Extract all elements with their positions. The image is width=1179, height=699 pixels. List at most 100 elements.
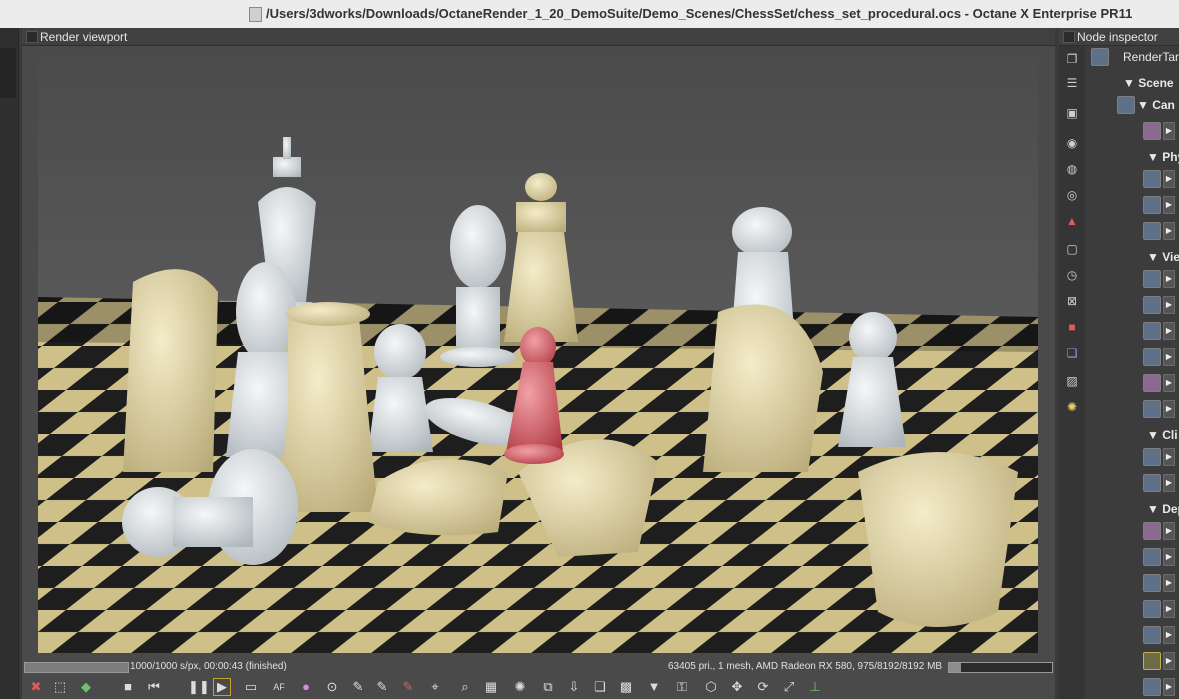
expand-button[interactable]: ▶ [1163, 122, 1175, 140]
panel-menu-toggle[interactable] [26, 31, 38, 43]
database-icon[interactable]: ◍ [1065, 162, 1079, 176]
render-target-label[interactable]: RenderTar [1123, 50, 1179, 64]
param-icon [1143, 196, 1161, 214]
inspector-tree: RenderTar ▼ Scene ▼ Can ▶ ▼ Phy ▶ ▶ ▶ ▼ … [1087, 46, 1179, 699]
node-inspector-panel: Node inspector ❐ ☰ ▣ ◉ ◍ ◎ ▲ ▢ ◷ ⊠ ■ ❏ ▨… [1059, 28, 1179, 699]
rotate-icon[interactable]: ⟳ [755, 679, 771, 695]
window-titlebar: /Users/3dworks/Downloads/OctaneRender_1_… [0, 0, 1179, 28]
expand-button[interactable]: ▶ [1163, 626, 1175, 644]
param-icon [1143, 222, 1161, 240]
param-icon [1143, 522, 1161, 540]
picture-icon[interactable]: ▨ [1065, 374, 1079, 388]
move-icon[interactable]: ✥ [729, 679, 745, 695]
expand-button[interactable]: ▶ [1163, 474, 1175, 492]
expand-button[interactable]: ▶ [1163, 322, 1175, 340]
viewport-title: Render viewport [40, 30, 128, 44]
reset-icon[interactable]: ✖ [28, 679, 44, 695]
cube-icon[interactable]: ⬡ [703, 679, 719, 695]
render-priority-icon[interactable]: ✺ [512, 679, 528, 695]
inspector-header: Node inspector [1059, 28, 1179, 46]
list-icon[interactable]: ☰ [1065, 76, 1079, 90]
param-icon [1143, 270, 1161, 288]
expand-button[interactable]: ▶ [1163, 348, 1175, 366]
export-icon[interactable]: ⇩ [566, 679, 582, 695]
denoise-icon[interactable]: ▦ [483, 679, 499, 695]
material-icon[interactable]: ▲ [1065, 214, 1079, 228]
expand-button[interactable]: ▶ [1163, 548, 1175, 566]
expand-button[interactable]: ▶ [1163, 222, 1175, 240]
expand-button[interactable]: ▶ [1163, 448, 1175, 466]
memory-usage-fill [949, 663, 962, 672]
render-progress-bar [24, 662, 129, 673]
frame-icon[interactable]: ▢ [1065, 242, 1079, 256]
panel-menu-toggle[interactable] [1063, 31, 1075, 43]
camera-node[interactable]: ▼ Can [1137, 98, 1175, 112]
material-picker-icon[interactable]: ✎ [374, 679, 390, 695]
display-icon[interactable]: ▭ [243, 679, 259, 695]
expand-button[interactable]: ▶ [1163, 574, 1175, 592]
red-cube-icon[interactable]: ■ [1065, 320, 1079, 334]
expand-button[interactable]: ▶ [1163, 600, 1175, 618]
focus-picker-icon[interactable]: ⊙ [324, 679, 340, 695]
left-panel-strip[interactable] [0, 28, 19, 699]
expand-button[interactable]: ▶ [1163, 400, 1175, 418]
play-icon[interactable]: ▶ [213, 678, 231, 696]
lock-icon[interactable]: ⚿ [674, 679, 690, 695]
rewind-icon[interactable]: ⏮ [146, 679, 162, 695]
chess-render-illustration [38, 52, 1038, 653]
copy-icon[interactable]: ⧉ [540, 679, 556, 695]
render-toolbar: ✖ ⬚ ◆ ■ ⏮ ❚❚ ▶ ▭ AF ● ⊙ ✎ ✎ ✎ ⌖ ⌕ ▦ ✺ ⧉ … [22, 677, 1055, 699]
color-cube-icon[interactable]: ◆ [78, 679, 94, 695]
camera-target-icon[interactable]: ⌖ [427, 679, 443, 695]
zoom-icon[interactable]: ⌕ [457, 679, 473, 695]
stop-icon[interactable]: ■ [120, 679, 136, 695]
af-icon[interactable]: AF [271, 679, 287, 695]
section-clipping[interactable]: ▼ Cli [1147, 428, 1178, 442]
gamut-icon[interactable]: ▼ [646, 679, 662, 695]
transform-icon[interactable]: ⊠ [1065, 294, 1079, 308]
pause-icon[interactable]: ❚❚ [188, 679, 210, 695]
render-image[interactable] [38, 52, 1038, 653]
expand-button[interactable]: ▶ [1163, 296, 1175, 314]
viewport-header: Render viewport [22, 28, 1055, 46]
image-icon[interactable]: ▣ [1065, 106, 1079, 120]
windows-icon[interactable]: ❐ [1065, 52, 1079, 66]
param-icon [1143, 474, 1161, 492]
render-statusbar: 1000/1000 s/px, 00:00:43 (finished) 6340… [22, 660, 1055, 676]
fullscreen-icon[interactable]: ⤢ [781, 679, 797, 695]
render-viewport-panel: Render viewport 1000/1000 s/px, 00:00:43… [22, 28, 1055, 699]
expand-button[interactable]: ▶ [1163, 678, 1175, 696]
param-icon [1143, 652, 1161, 670]
layers-icon[interactable]: ❏ [592, 679, 608, 695]
color-wheel-icon[interactable]: ● [298, 679, 314, 695]
object-picker-icon[interactable]: ✎ [400, 679, 416, 695]
param-icon [1143, 574, 1161, 592]
checker-icon[interactable]: ▩ [618, 679, 634, 695]
expand-button[interactable]: ▶ [1163, 270, 1175, 288]
expand-button[interactable]: ▶ [1163, 652, 1175, 670]
inspector-title: Node inspector [1077, 30, 1158, 44]
section-viewing[interactable]: ▼ Vie [1147, 250, 1179, 264]
region-icon[interactable]: ⬚ [52, 679, 68, 695]
camera-node-icon [1117, 96, 1135, 114]
inspector-icon-column: ❐ ☰ ▣ ◉ ◍ ◎ ▲ ▢ ◷ ⊠ ■ ❏ ▨ ✺ [1059, 46, 1085, 699]
expand-button[interactable]: ▶ [1163, 374, 1175, 392]
light-icon[interactable]: ✺ [1065, 400, 1079, 414]
param-icon [1143, 322, 1161, 340]
white-balance-icon[interactable]: ✎ [350, 679, 366, 695]
expand-button[interactable]: ▶ [1163, 170, 1175, 188]
geometry-icon[interactable]: ❏ [1065, 346, 1079, 360]
expand-button[interactable]: ▶ [1163, 196, 1175, 214]
objects-icon[interactable]: ◎ [1065, 188, 1079, 202]
camera-icon[interactable]: ◉ [1065, 136, 1079, 150]
axis-icon[interactable]: ⊥ [807, 679, 823, 695]
section-depth[interactable]: ▼ Dep [1147, 502, 1179, 516]
param-icon [1143, 678, 1161, 696]
clock-icon[interactable]: ◷ [1065, 268, 1079, 282]
document-icon [249, 7, 262, 22]
section-physical[interactable]: ▼ Phy [1147, 150, 1179, 164]
param-icon [1143, 170, 1161, 188]
scene-node[interactable]: ▼ Scene [1123, 76, 1174, 90]
expand-button[interactable]: ▶ [1163, 522, 1175, 540]
left-panel-tab[interactable] [0, 48, 16, 98]
